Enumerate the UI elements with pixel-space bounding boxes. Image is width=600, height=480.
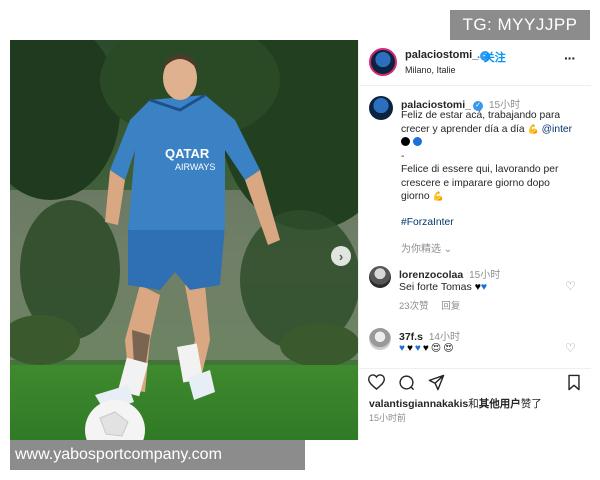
reply-button[interactable]: 回复 bbox=[441, 301, 460, 312]
caption-dash: - bbox=[401, 150, 405, 162]
post-header: palaciostomi_ ✓ · 关注 Milano, Italie ··· bbox=[359, 40, 591, 86]
liked-by-text[interactable]: valantisgiannakakis和其他用户赞了 bbox=[369, 396, 542, 411]
liked-by-user[interactable]: valantisgiannakakis bbox=[369, 398, 468, 410]
blue-circle-icon bbox=[413, 137, 422, 146]
comment-meta: 23次赞 回复 bbox=[399, 298, 470, 312]
comment-time: 15小时 bbox=[469, 270, 501, 281]
caption-line: Feliz de estar acá, trabajando para bbox=[401, 110, 561, 121]
bookmark-icon[interactable] bbox=[565, 373, 583, 391]
caption-line: crescere e imparare giorno dopo bbox=[401, 177, 550, 189]
svg-text:QATAR: QATAR bbox=[165, 146, 210, 161]
comment-body: Sei forte Tomas bbox=[399, 281, 472, 293]
share-icon[interactable] bbox=[427, 373, 445, 391]
comment-likes[interactable]: 23次赞 bbox=[399, 301, 429, 312]
watermark-bottom: www.yabosportcompany.com bbox=[10, 440, 305, 470]
comment-header: lorenzocolaa 15小时 bbox=[399, 266, 500, 281]
liked-by-others[interactable]: 其他用户 bbox=[479, 398, 521, 410]
instagram-post: QATAR AIRWAYS › palaciostomi_ ✓ · 关注 Mila… bbox=[10, 40, 591, 440]
blue-heart-icon: ♥ bbox=[480, 281, 488, 293]
action-bar bbox=[359, 368, 591, 394]
caption-it-line3: giorno bbox=[401, 191, 430, 202]
post-detail-panel: palaciostomi_ ✓ · 关注 Milano, Italie ··· p… bbox=[358, 40, 591, 440]
heart-eyes-icon: 😍 bbox=[430, 343, 442, 354]
comment-avatar[interactable] bbox=[369, 328, 391, 350]
hashtag-link[interactable]: #ForzaInter bbox=[401, 217, 454, 228]
flexed-biceps-icon: 💪 bbox=[527, 123, 539, 134]
comment-icon[interactable] bbox=[397, 373, 415, 391]
next-photo-button[interactable]: › bbox=[331, 246, 351, 266]
black-heart-icon: ♥ bbox=[406, 343, 413, 354]
comment-text: Sei forte Tomas ♥♥ bbox=[399, 281, 487, 293]
comment-like-icon[interactable]: ♡ bbox=[565, 342, 577, 354]
chevron-down-icon: ⌄ bbox=[443, 244, 453, 255]
caption-line: Felice di essere qui, lavorando per bbox=[401, 164, 559, 175]
black-circle-icon bbox=[401, 137, 410, 146]
mention-link[interactable]: @inter bbox=[542, 124, 572, 135]
comment-text: ♥ ♥ ♥ ♥ 😍 😍 bbox=[399, 342, 456, 354]
location-link[interactable]: Milano, Italie bbox=[405, 65, 456, 75]
caption-avatar[interactable] bbox=[369, 96, 393, 120]
translate-label[interactable]: 为你精选 bbox=[401, 244, 441, 255]
caption-line: crecer y aprender día a día 💪 @inter bbox=[401, 123, 587, 137]
svg-text:AIRWAYS: AIRWAYS bbox=[175, 162, 215, 172]
caption-line: giorno 💪 bbox=[401, 190, 587, 204]
watermark-top: TG: MYYJJPP bbox=[450, 10, 590, 40]
see-translation-link[interactable]: 为你精选 ⌄ bbox=[401, 240, 452, 255]
author-avatar[interactable] bbox=[369, 48, 397, 76]
author-username-text[interactable]: palaciostomi_ bbox=[405, 49, 478, 61]
caption-line2: crecer y aprender día a día bbox=[401, 123, 525, 135]
comment-like-icon[interactable]: ♡ bbox=[565, 280, 577, 292]
post-photo[interactable]: QATAR AIRWAYS › bbox=[10, 40, 358, 440]
liked-by-and: 和 bbox=[468, 398, 479, 410]
flexed-biceps-icon: 💪 bbox=[432, 191, 444, 201]
color-dots bbox=[401, 136, 587, 150]
caption-text: Feliz de estar acá, trabajando para crec… bbox=[401, 109, 587, 229]
comment-avatar[interactable] bbox=[369, 266, 391, 288]
hashtag-line: #ForzaInter bbox=[401, 216, 587, 230]
follow-label[interactable]: 关注 bbox=[484, 52, 506, 64]
liked-by-suffix: 赞了 bbox=[520, 398, 542, 410]
comment-header: 37f.s 14小时 bbox=[399, 328, 460, 343]
heart-eyes-icon: 😍 bbox=[443, 343, 454, 354]
post-time: 15小时前 bbox=[369, 413, 407, 423]
player-photo: QATAR AIRWAYS bbox=[10, 40, 358, 440]
more-icon[interactable]: ··· bbox=[564, 50, 576, 66]
heart-icon[interactable] bbox=[367, 373, 385, 391]
black-heart-icon: ♥ bbox=[422, 343, 429, 354]
comment-username[interactable]: lorenzocolaa bbox=[399, 269, 463, 281]
blue-heart-icon: ♥ bbox=[399, 343, 405, 354]
blue-heart-icon: ♥ bbox=[414, 343, 421, 354]
follow-button[interactable]: · 关注 bbox=[477, 49, 506, 65]
